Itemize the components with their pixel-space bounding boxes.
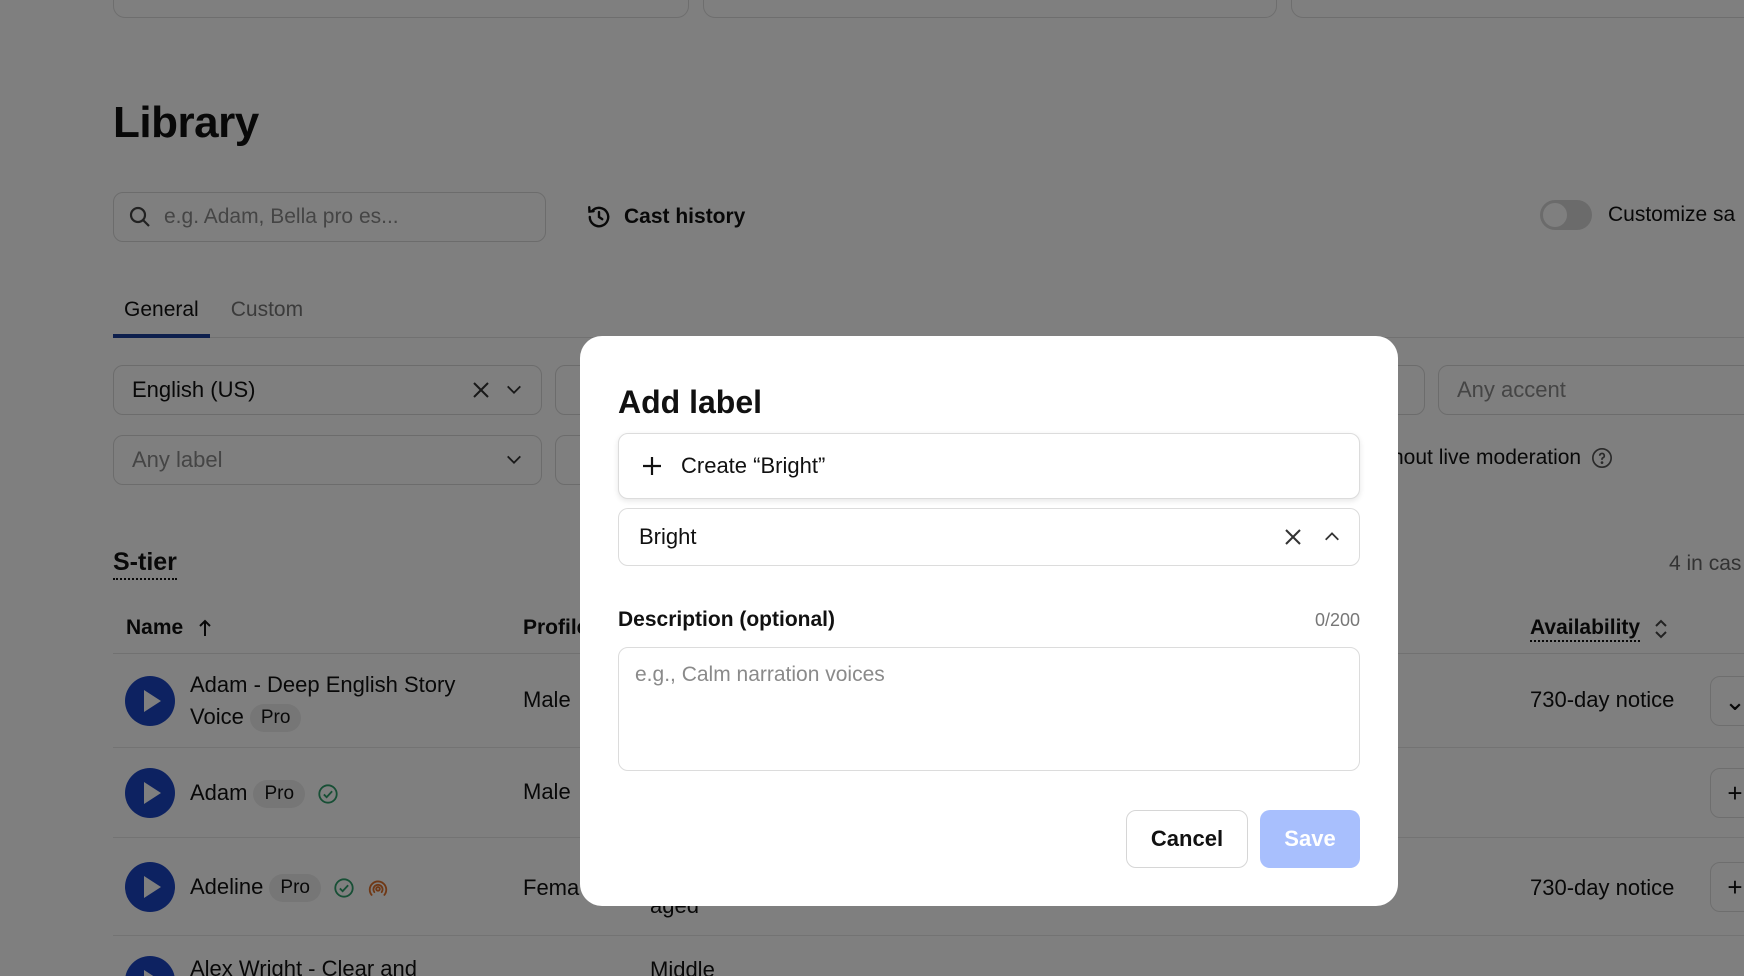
cancel-button[interactable]: Cancel (1126, 810, 1248, 868)
character-counter: 0/200 (1314, 610, 1360, 630)
label-value: Bright (639, 524, 697, 549)
create-label-option[interactable]: Create “Bright” (618, 433, 1360, 499)
description-label: Description (optional) (618, 608, 835, 631)
label-combobox[interactable]: Bright (618, 508, 1360, 566)
clear-icon[interactable] (1283, 527, 1303, 547)
dialog-title: Add label (618, 384, 763, 420)
create-label-text: Create “Bright” (681, 453, 826, 478)
chevron-up-icon[interactable] (1323, 528, 1341, 546)
description-field[interactable] (618, 647, 1360, 771)
save-button[interactable]: Save (1260, 810, 1360, 868)
add-label-dialog: Add label Create “Bright” Bright Descrip… (580, 336, 1398, 906)
plus-icon (643, 457, 661, 475)
